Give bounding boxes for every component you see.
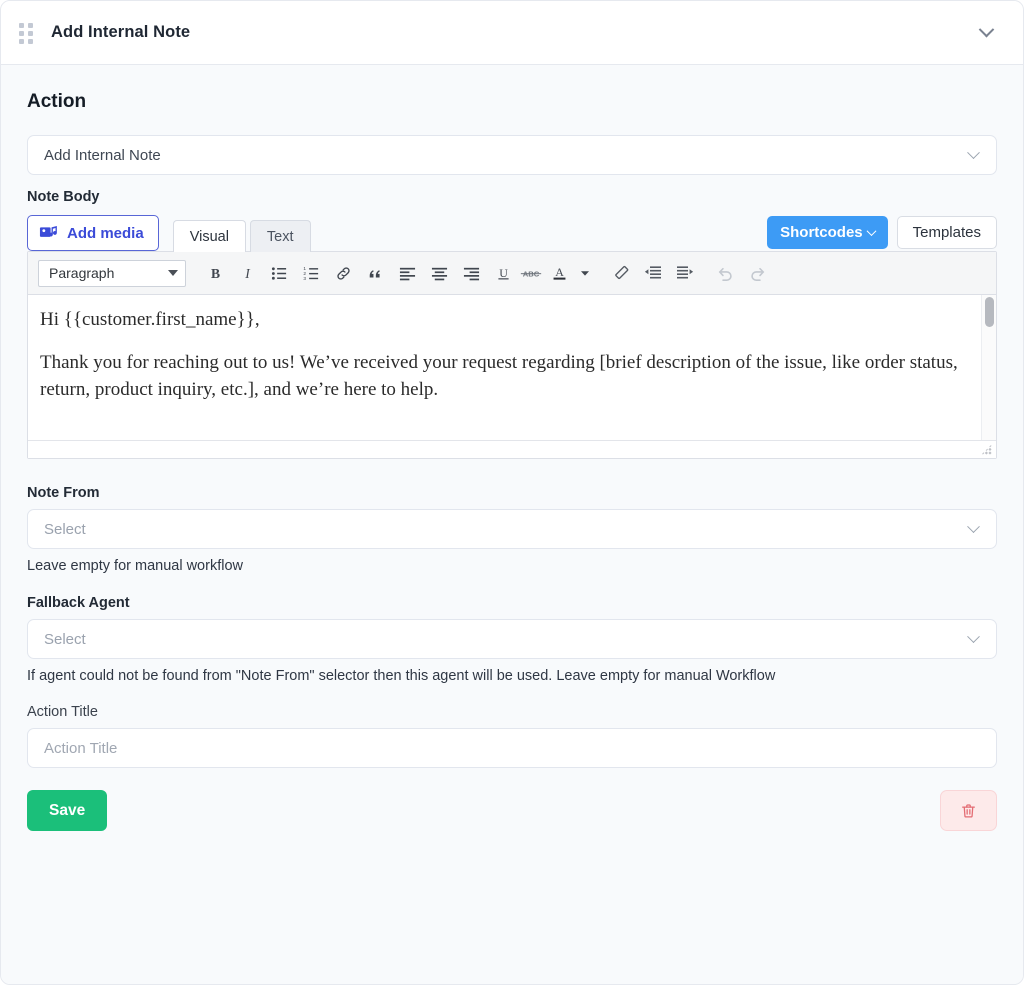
editor-content-area[interactable]: Hi {{customer.first_name}}, Thank you fo…	[28, 295, 996, 440]
note-body-editor: Add media Visual Text Shortcodes Templat…	[27, 213, 997, 459]
text-color-button[interactable]: A	[544, 258, 574, 288]
panel-header: Add Internal Note	[1, 1, 1023, 65]
note-from-select[interactable]: Select	[27, 509, 997, 549]
editor-text: Hi {{customer.first_name}}, Thank you fo…	[28, 295, 996, 404]
shortcodes-label: Shortcodes	[780, 224, 863, 241]
align-left-button[interactable]	[392, 258, 422, 288]
blockquote-button[interactable]	[360, 258, 390, 288]
fallback-agent-help: If agent could not be found from "Note F…	[27, 668, 776, 684]
action-title-label: Action Title	[27, 704, 98, 720]
trash-icon	[962, 803, 975, 818]
italic-icon: I	[244, 265, 251, 280]
action-title-placeholder: Action Title	[44, 739, 118, 757]
format-select-value: Paragraph	[49, 265, 115, 281]
svg-text:3: 3	[303, 275, 306, 281]
chevron-down-icon	[866, 226, 877, 237]
chevron-down-icon	[967, 629, 980, 643]
chevron-down-icon	[978, 21, 994, 38]
panel-body: Action Add Internal Note Note Body Add m…	[1, 65, 1023, 984]
editor-resize-handle[interactable]	[981, 444, 992, 455]
editor-toolbar: Paragraph B I 1 2 3 U ABC A	[28, 252, 996, 295]
tab-visual-label: Visual	[189, 228, 229, 245]
format-select[interactable]: Paragraph	[38, 259, 186, 287]
blockquote-icon	[369, 269, 380, 277]
shortcodes-button[interactable]: Shortcodes	[767, 216, 888, 249]
media-icon	[39, 225, 57, 237]
svg-text:A: A	[555, 265, 564, 279]
caret-down-icon	[168, 270, 178, 276]
editor-footer	[28, 440, 996, 458]
note-from-label: Note From	[27, 485, 100, 501]
align-center-button[interactable]	[424, 258, 454, 288]
text-color-icon: A	[553, 265, 565, 280]
svg-text:U: U	[499, 265, 508, 279]
action-card: Add Internal Note Action Add Internal No…	[0, 0, 1024, 985]
editor-top-right-actions: Shortcodes Templates	[767, 216, 997, 251]
delete-action-button[interactable]	[940, 790, 997, 831]
drag-handle-icon[interactable]	[19, 22, 35, 44]
action-select-value: Add Internal Note	[44, 146, 161, 164]
link-button[interactable]	[328, 258, 358, 288]
bold-icon: B	[210, 265, 219, 280]
fallback-agent-label: Fallback Agent	[27, 595, 130, 611]
tab-text-label: Text	[266, 228, 294, 245]
undo-button[interactable]	[710, 258, 740, 288]
svg-text:I: I	[244, 265, 251, 280]
redo-icon	[750, 267, 764, 281]
underline-button[interactable]: U	[488, 258, 518, 288]
form-footer: Save	[27, 790, 997, 831]
editor-topbar: Add media Visual Text Shortcodes Templat…	[27, 213, 997, 252]
bulleted-list-button[interactable]	[264, 258, 294, 288]
bold-button[interactable]: B	[200, 258, 230, 288]
svg-text:B: B	[210, 265, 219, 280]
caret-down-icon	[581, 271, 589, 276]
fallback-agent-select[interactable]: Select	[27, 619, 997, 659]
save-button[interactable]: Save	[27, 790, 108, 831]
editor-scrollbar[interactable]	[981, 295, 996, 440]
clear-formatting-icon	[615, 265, 629, 280]
editor-paragraph-1: Hi {{customer.first_name}},	[40, 309, 260, 330]
add-media-button[interactable]: Add media	[27, 215, 159, 251]
tab-visual[interactable]: Visual	[172, 220, 246, 252]
text-color-dropdown-button[interactable]	[576, 258, 594, 288]
italic-button[interactable]: I	[232, 258, 262, 288]
templates-label: Templates	[912, 224, 981, 241]
add-media-label: Add media	[67, 224, 144, 242]
action-select[interactable]: Add Internal Note	[27, 135, 997, 175]
note-from-help: Leave empty for manual workflow	[27, 558, 243, 574]
action-title-input[interactable]: Action Title	[27, 728, 997, 768]
tab-text[interactable]: Text	[249, 220, 311, 252]
templates-button[interactable]: Templates	[896, 216, 997, 249]
align-center-icon	[431, 267, 447, 280]
chevron-down-icon	[967, 145, 980, 159]
fallback-agent-value: Select	[44, 630, 86, 648]
editor-box: Paragraph B I 1 2 3 U ABC A Hi {{custome…	[27, 251, 997, 459]
indent-button[interactable]	[670, 258, 700, 288]
underline-icon: U	[497, 265, 509, 279]
strikethrough-button[interactable]: ABC	[520, 258, 542, 288]
link-icon	[336, 266, 350, 280]
bulleted-list-icon	[271, 266, 286, 280]
align-right-icon	[463, 267, 479, 280]
numbered-list-button[interactable]: 1 2 3	[296, 258, 326, 288]
note-body-label: Note Body	[27, 189, 100, 205]
clear-formatting-button[interactable]	[606, 258, 636, 288]
align-left-icon	[399, 267, 415, 280]
collapse-panel-button[interactable]	[971, 18, 1001, 48]
section-title-action: Action	[27, 91, 87, 112]
indent-icon	[677, 266, 694, 279]
align-right-button[interactable]	[456, 258, 486, 288]
note-from-value: Select	[44, 520, 86, 538]
redo-button[interactable]	[742, 258, 772, 288]
outdent-icon	[644, 266, 661, 279]
panel-title: Add Internal Note	[51, 23, 191, 41]
outdent-button[interactable]	[638, 258, 668, 288]
numbered-list-icon: 1 2 3	[303, 266, 318, 281]
strikethrough-icon: ABC	[520, 269, 542, 278]
undo-icon	[718, 267, 732, 281]
screen-root: Add Internal Note Action Add Internal No…	[0, 0, 1024, 985]
editor-paragraph-2: Thank you for reaching out to us! We’ve …	[40, 351, 958, 400]
chevron-down-icon	[967, 519, 980, 533]
editor-scrollbar-thumb[interactable]	[985, 297, 994, 327]
